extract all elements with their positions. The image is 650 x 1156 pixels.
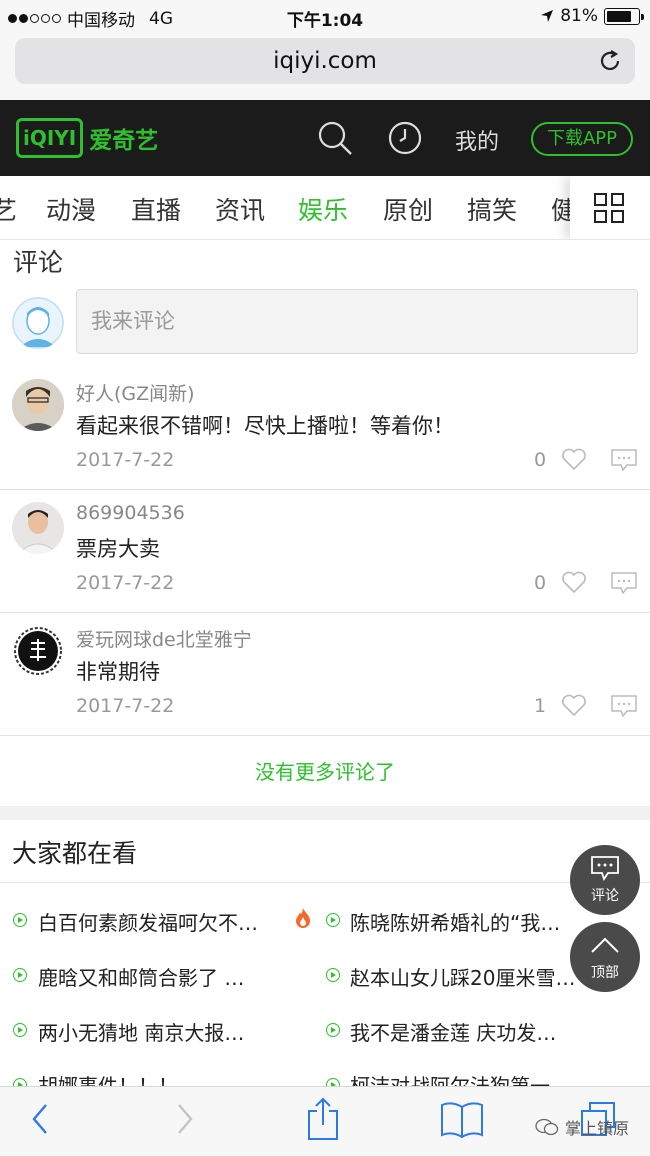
iqiyi-logo[interactable]: iQIYI 爱奇艺 <box>16 118 158 158</box>
back-to-top-label: 顶部 <box>591 965 619 981</box>
user-avatar[interactable] <box>12 379 64 431</box>
wechat-icon <box>535 1118 559 1136</box>
comment-date: 2017-7-22 <box>76 572 175 594</box>
trending-item[interactable]: 柯洁对战阿尔法狗第一… <box>350 1070 590 1086</box>
my-account-link[interactable]: 我的 <box>455 124 499 156</box>
status-bar: 中国移动 4G 下午1:04 81% <box>0 0 650 32</box>
battery-icon <box>604 7 644 25</box>
search-icon[interactable] <box>317 120 353 156</box>
user-avatar[interactable] <box>12 502 64 554</box>
category-tab[interactable]: 搞笑 <box>467 191 517 227</box>
browser-toolbar: 掌上镇原 <box>0 1086 650 1156</box>
comment-item: 好人(GZ闻新) 看起来很不错啊！尽快上播啦！等着你！ 2017-7-22 0 <box>0 367 650 490</box>
watermark-text: 掌上镇原 <box>565 1119 630 1138</box>
download-app-button[interactable]: 下载APP <box>531 122 633 156</box>
comments-title: 评论 <box>13 248 64 277</box>
section-divider <box>0 806 650 820</box>
trending-item[interactable]: 两小无猜地 南京大报… <box>38 1017 288 1046</box>
trending-item[interactable]: 我不是潘金莲 庆功发… <box>350 1017 590 1046</box>
comment-date: 2017-7-22 <box>76 449 175 471</box>
comment-text: 票房大卖 <box>76 537 160 561</box>
like-count: 0 <box>534 449 547 471</box>
category-tab[interactable]: 艺 <box>0 191 17 227</box>
site-header: iQIYI 爱奇艺 我的 下载APP <box>0 100 650 176</box>
comment-bubble-icon <box>591 856 619 881</box>
category-tab[interactable]: 资讯 <box>215 191 265 227</box>
logo-text: 爱奇艺 <box>89 128 159 154</box>
reply-comment-icon[interactable] <box>611 572 637 594</box>
url-text: iqiyi.com <box>273 48 377 74</box>
category-tab[interactable]: 直播 <box>131 191 181 227</box>
comment-username[interactable]: 好人(GZ闻新) <box>76 379 195 406</box>
reply-comment-icon[interactable] <box>611 695 637 717</box>
trending-item[interactable]: 鹿晗又和邮筒合影了 … <box>38 962 288 991</box>
play-icon <box>13 1023 27 1037</box>
chevron-up-icon <box>591 937 619 953</box>
no-more-comments: 没有更多评论了 <box>255 760 395 784</box>
back-icon[interactable] <box>30 1101 50 1137</box>
hot-fire-icon <box>296 908 310 928</box>
trending-item[interactable]: 赵本山女儿踩20厘米雪… <box>350 962 590 991</box>
bookmarks-icon[interactable] <box>440 1101 484 1139</box>
play-icon <box>13 968 27 982</box>
comment-text: 非常期待 <box>76 660 160 684</box>
address-bar[interactable]: iqiyi.com <box>15 38 635 84</box>
like-count: 1 <box>534 695 547 717</box>
floating-comment-label: 评论 <box>591 888 619 904</box>
play-icon <box>326 1023 340 1037</box>
play-icon <box>326 913 340 927</box>
my-avatar <box>12 297 64 349</box>
location-arrow-icon <box>541 10 554 22</box>
category-tab[interactable]: 动漫 <box>46 191 96 227</box>
logo-mark: iQIYI <box>16 118 84 158</box>
battery-percent: 81% <box>560 6 598 26</box>
heart-icon[interactable] <box>561 447 587 471</box>
comment-username[interactable]: 869904536 <box>76 502 185 524</box>
play-icon <box>326 968 340 982</box>
like-count: 0 <box>534 572 547 594</box>
reload-icon[interactable] <box>597 48 623 74</box>
trending-item[interactable]: 胡娜事件！！！ <box>38 1070 288 1086</box>
play-icon <box>13 913 27 927</box>
comment-username[interactable]: 爱玩网球de北堂雅宁 <box>76 625 252 652</box>
address-bar-area: iqiyi.com <box>0 32 650 100</box>
trending-item[interactable]: 陈晓陈妍希婚礼的“我… <box>350 907 590 936</box>
comment-text: 看起来很不错啊！尽快上播啦！等着你！ <box>76 414 454 438</box>
forward-icon[interactable] <box>175 1101 195 1137</box>
heart-icon[interactable] <box>561 693 587 717</box>
category-tab[interactable]: 原创 <box>383 191 433 227</box>
comment-item: 869904536 票房大卖 2017-7-22 0 <box>0 490 650 613</box>
heart-icon[interactable] <box>561 570 587 594</box>
watermark: 掌上镇原 <box>535 1115 629 1139</box>
category-nav: 艺 动漫 直播 资讯 娱乐 原创 搞笑 健 <box>0 176 650 240</box>
divider <box>0 882 650 883</box>
floating-comment-button[interactable]: 评论 <box>570 845 640 915</box>
user-avatar[interactable] <box>12 625 64 677</box>
comment-item: 爱玩网球de北堂雅宁 非常期待 2017-7-22 1 <box>0 613 650 736</box>
share-icon[interactable] <box>306 1097 340 1141</box>
history-clock-icon[interactable] <box>387 120 423 156</box>
all-categories-grid-icon[interactable] <box>570 176 650 239</box>
comment-input[interactable]: 我来评论 <box>76 289 638 354</box>
category-tab-active[interactable]: 娱乐 <box>298 191 348 227</box>
trending-title: 大家都在看 <box>12 839 138 868</box>
back-to-top-button[interactable]: 顶部 <box>570 922 640 992</box>
reply-comment-icon[interactable] <box>611 449 637 471</box>
trending-item[interactable]: 白百何素颜发福呵欠不… <box>38 907 288 936</box>
comment-date: 2017-7-22 <box>76 695 175 717</box>
